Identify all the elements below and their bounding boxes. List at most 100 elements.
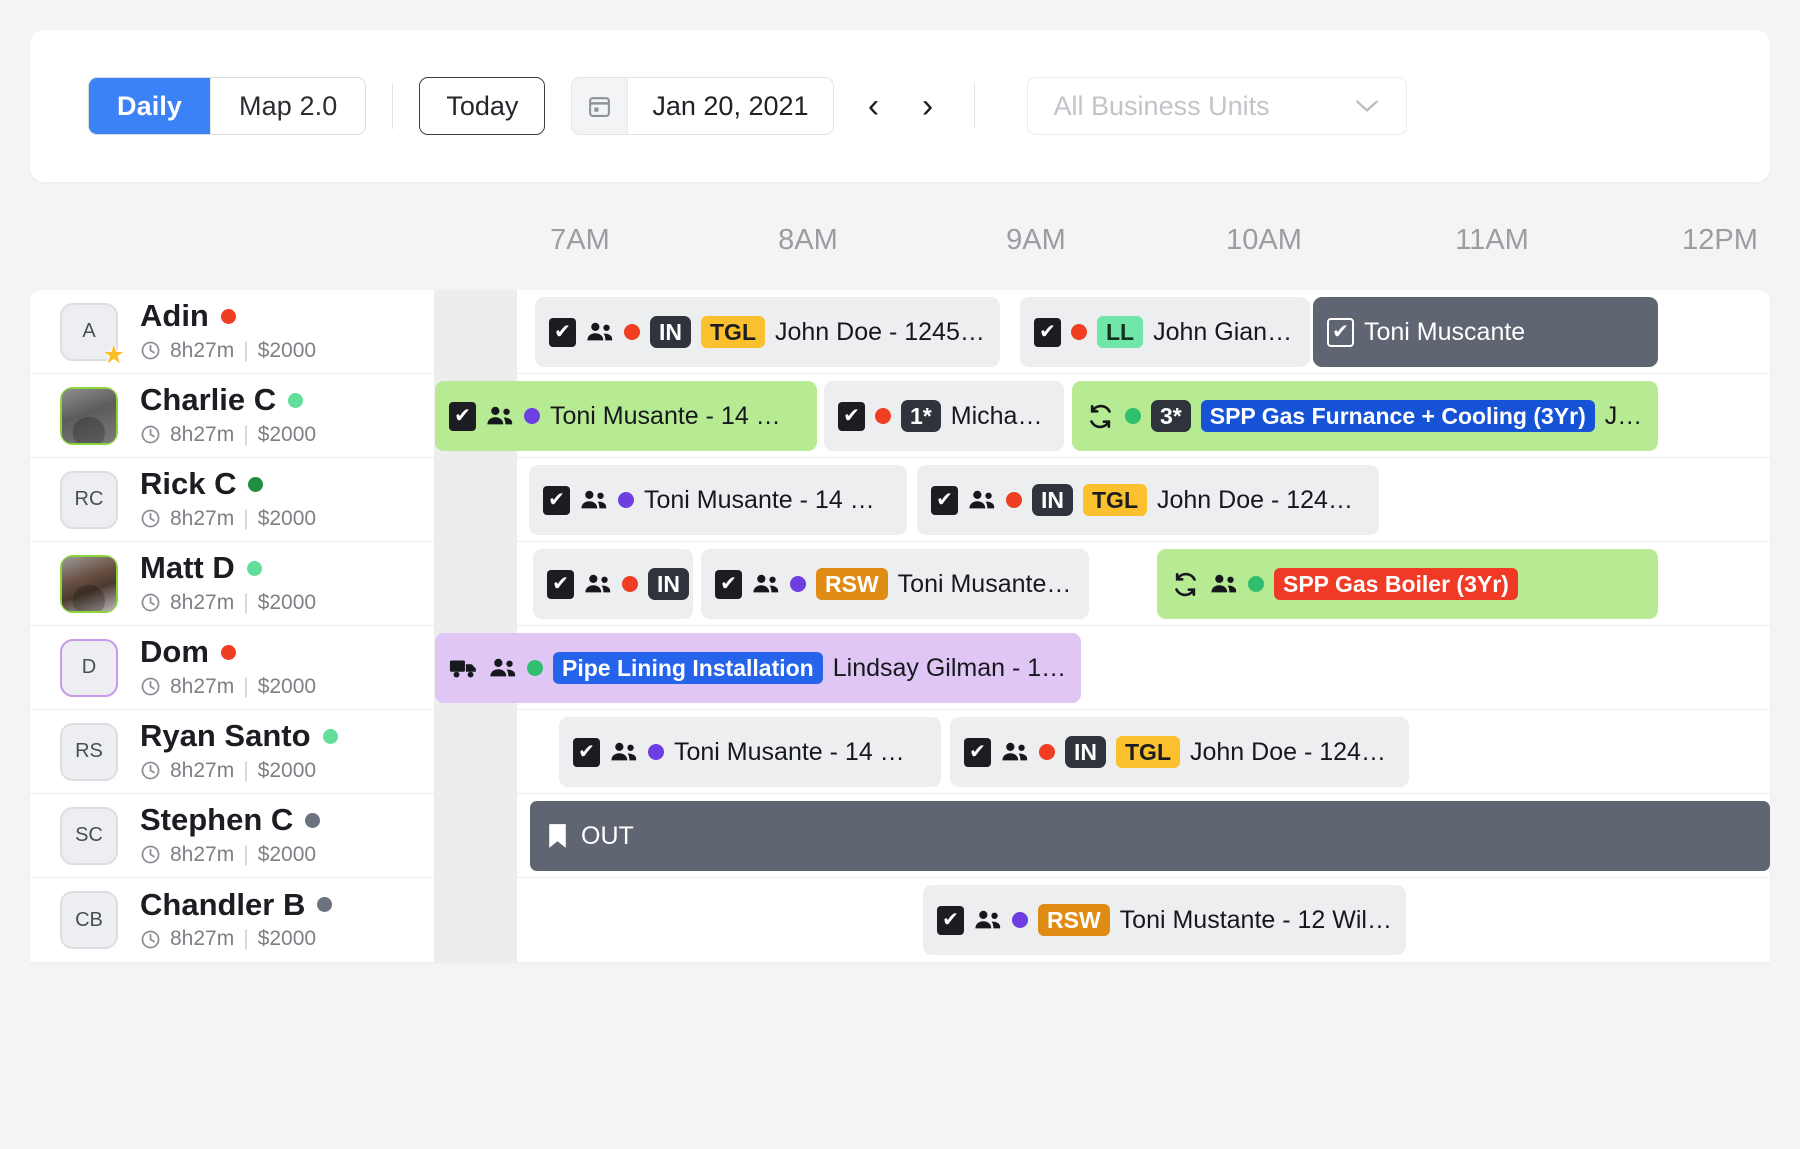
avatar-initials: SC [75,824,103,846]
job-tag: TGL [1116,735,1180,769]
status-dot [305,812,321,828]
job-checkbox[interactable]: ✔ [937,905,964,935]
priority-dot [1039,744,1055,760]
schedule-lane: ✔ IN TGL John Doe - 1245 Sprin... ✔ LL John Gi… [435,290,1770,373]
technician-cell[interactable]: D Dom 8h27m | $2000 [30,626,435,709]
job-tag: SPP Gas Furnance + Cooling (3Yr) [1200,399,1595,433]
technician-name-text: Stephen C [140,802,294,838]
view-mode-map[interactable]: Map 2.0 [210,78,366,134]
schedule-lane: ✔ Toni Musante - 14 Willow ... ✔ IN TGL John … [435,458,1770,541]
job-block[interactable]: ✔ Toni Muscante [1313,297,1658,367]
clock-icon [140,340,161,361]
clock-icon [140,508,161,529]
technician-info: Rick C 8h27m | $2000 [140,468,316,531]
date-picker[interactable]: Jan 20, 2021 [571,77,834,135]
job-block[interactable]: ✔ Toni Musante - 14 Willow ... [435,381,817,451]
technician-cell[interactable]: A ★ Adin 8h27m | $2000 [30,290,435,373]
technician-cell[interactable]: Charlie C 8h27m | $2000 [30,374,435,457]
out-block[interactable]: OUT [530,801,1770,871]
clock-icon [140,424,161,445]
job-block[interactable]: ✔ RSW Toni Mustante - 12 Will... [923,885,1406,955]
job-checkbox[interactable]: ✔ [931,485,958,515]
job-tag: IN [1065,735,1106,769]
job-tag: LL [1097,315,1144,349]
job-checkbox[interactable]: ✔ [1034,317,1061,347]
job-tag: IN [650,315,691,349]
job-label: Toni Musante - 14 Willow ... [674,737,927,766]
clock-icon [140,844,161,865]
job-block[interactable]: ✔ RSW Toni Musante - 12 Will... [701,549,1089,619]
technician-name: Chandler B [140,888,333,922]
job-block[interactable]: ✔ IN TGL John Doe - 1245 Spring ... [917,465,1379,535]
job-label: Michael H... [950,401,1050,430]
technician-cell[interactable]: Matt D 8h27m | $2000 [30,542,435,625]
technician-info: Stephen C 8h27m | $2000 [140,802,321,867]
technician-metrics: 8h27m | $2000 [140,843,320,867]
priority-dot [1071,324,1087,340]
job-checkbox[interactable]: ✔ [543,485,570,515]
priority-dot [1012,912,1028,928]
next-day-button[interactable]: › [908,83,948,129]
calendar-icon [572,78,629,134]
truck-icon [449,657,479,680]
priority-dot [648,744,664,760]
job-checkbox[interactable]: ✔ [715,569,742,599]
job-block[interactable]: ✔ Toni Musante - 14 Willow ... [559,717,941,787]
job-block[interactable]: ✔ IN TGL John Doe - 1245 Spring ... [950,717,1409,787]
technician-amount: $2000 [257,758,317,782]
business-unit-select[interactable]: All Business Units [1026,77,1407,135]
schedule-row: CB Chandler B 8h27m | $2000 ✔ RSW Toni Mustante… [30,878,1770,962]
technician-cell[interactable]: RS Ryan Santo 8h27m | $2000 [30,710,435,793]
time-tick: 8AM [778,224,838,256]
today-button[interactable]: Today [419,77,546,135]
job-block[interactable]: Pipe Lining Installation Lindsay Gilman -… [435,633,1081,703]
avatar-initials: RC [74,488,104,510]
technician-amount: $2000 [257,674,317,698]
technician-name: Rick C [140,468,316,501]
avatar-initials: RS [75,740,103,762]
avatar-initials: A [82,320,96,342]
prev-day-button[interactable]: ‹ [854,83,894,129]
job-block[interactable]: SPP Gas Boiler (3Yr) [1157,549,1658,619]
job-checkbox[interactable]: ✔ [547,569,574,599]
avatar-initials: CB [75,908,103,931]
crew-icon [586,321,614,343]
technician-cell[interactable]: SC Stephen C 8h27m | $2000 [30,794,435,877]
job-block[interactable]: ✔ IN TGL John Doe - 1245 Sprin... [535,297,1000,367]
crew-icon [486,405,514,427]
technician-amount: $2000 [257,422,317,446]
avatar: RS [60,722,118,781]
bookmark-icon [548,823,567,849]
job-block[interactable]: 3* SPP Gas Furnance + Cooling (3Yr) Joh... [1072,381,1658,451]
crew-icon [489,657,517,679]
time-tick: 9AM [1006,224,1066,256]
job-checkbox[interactable]: ✔ [838,401,865,431]
job-tag: IN [1032,483,1073,517]
technician-name: Ryan Santo [140,720,338,753]
job-checkbox[interactable]: ✔ [964,737,991,767]
job-checkbox[interactable]: ✔ [1327,317,1354,347]
job-checkbox[interactable]: ✔ [549,317,576,347]
priority-dot [524,408,540,424]
technician-name-text: Matt D [140,550,235,586]
job-tag: TGL [1083,483,1147,517]
technician-cell[interactable]: RC Rick C 8h27m | $2000 [30,458,435,541]
technician-name: Dom [140,636,316,669]
avatar-photo [62,388,116,443]
job-block[interactable]: ✔ Toni Musante - 14 Willow ... [529,465,907,535]
job-block[interactable]: ✔ LL John Gianino -... [1020,297,1310,367]
job-block[interactable]: ✔ 1* Michael H... [824,381,1064,451]
business-unit-value: All Business Units [1053,90,1270,121]
view-mode-daily[interactable]: Daily [89,78,211,134]
schedule-lane: Pipe Lining Installation Lindsay Gilman -… [435,626,1770,709]
avatar [60,386,118,445]
job-block[interactable]: ✔IN... [533,549,693,619]
job-label: John Doe - 1245 Spring ... [1190,737,1395,766]
job-checkbox[interactable]: ✔ [449,401,476,431]
job-label: John Gianino -... [1153,317,1296,346]
priority-dot [790,576,806,592]
technician-name: Stephen C [140,802,321,838]
job-label: Toni Mustante - 12 Will... [1119,905,1392,934]
technician-cell[interactable]: CB Chandler B 8h27m | $2000 [30,878,435,962]
job-checkbox[interactable]: ✔ [573,737,600,767]
